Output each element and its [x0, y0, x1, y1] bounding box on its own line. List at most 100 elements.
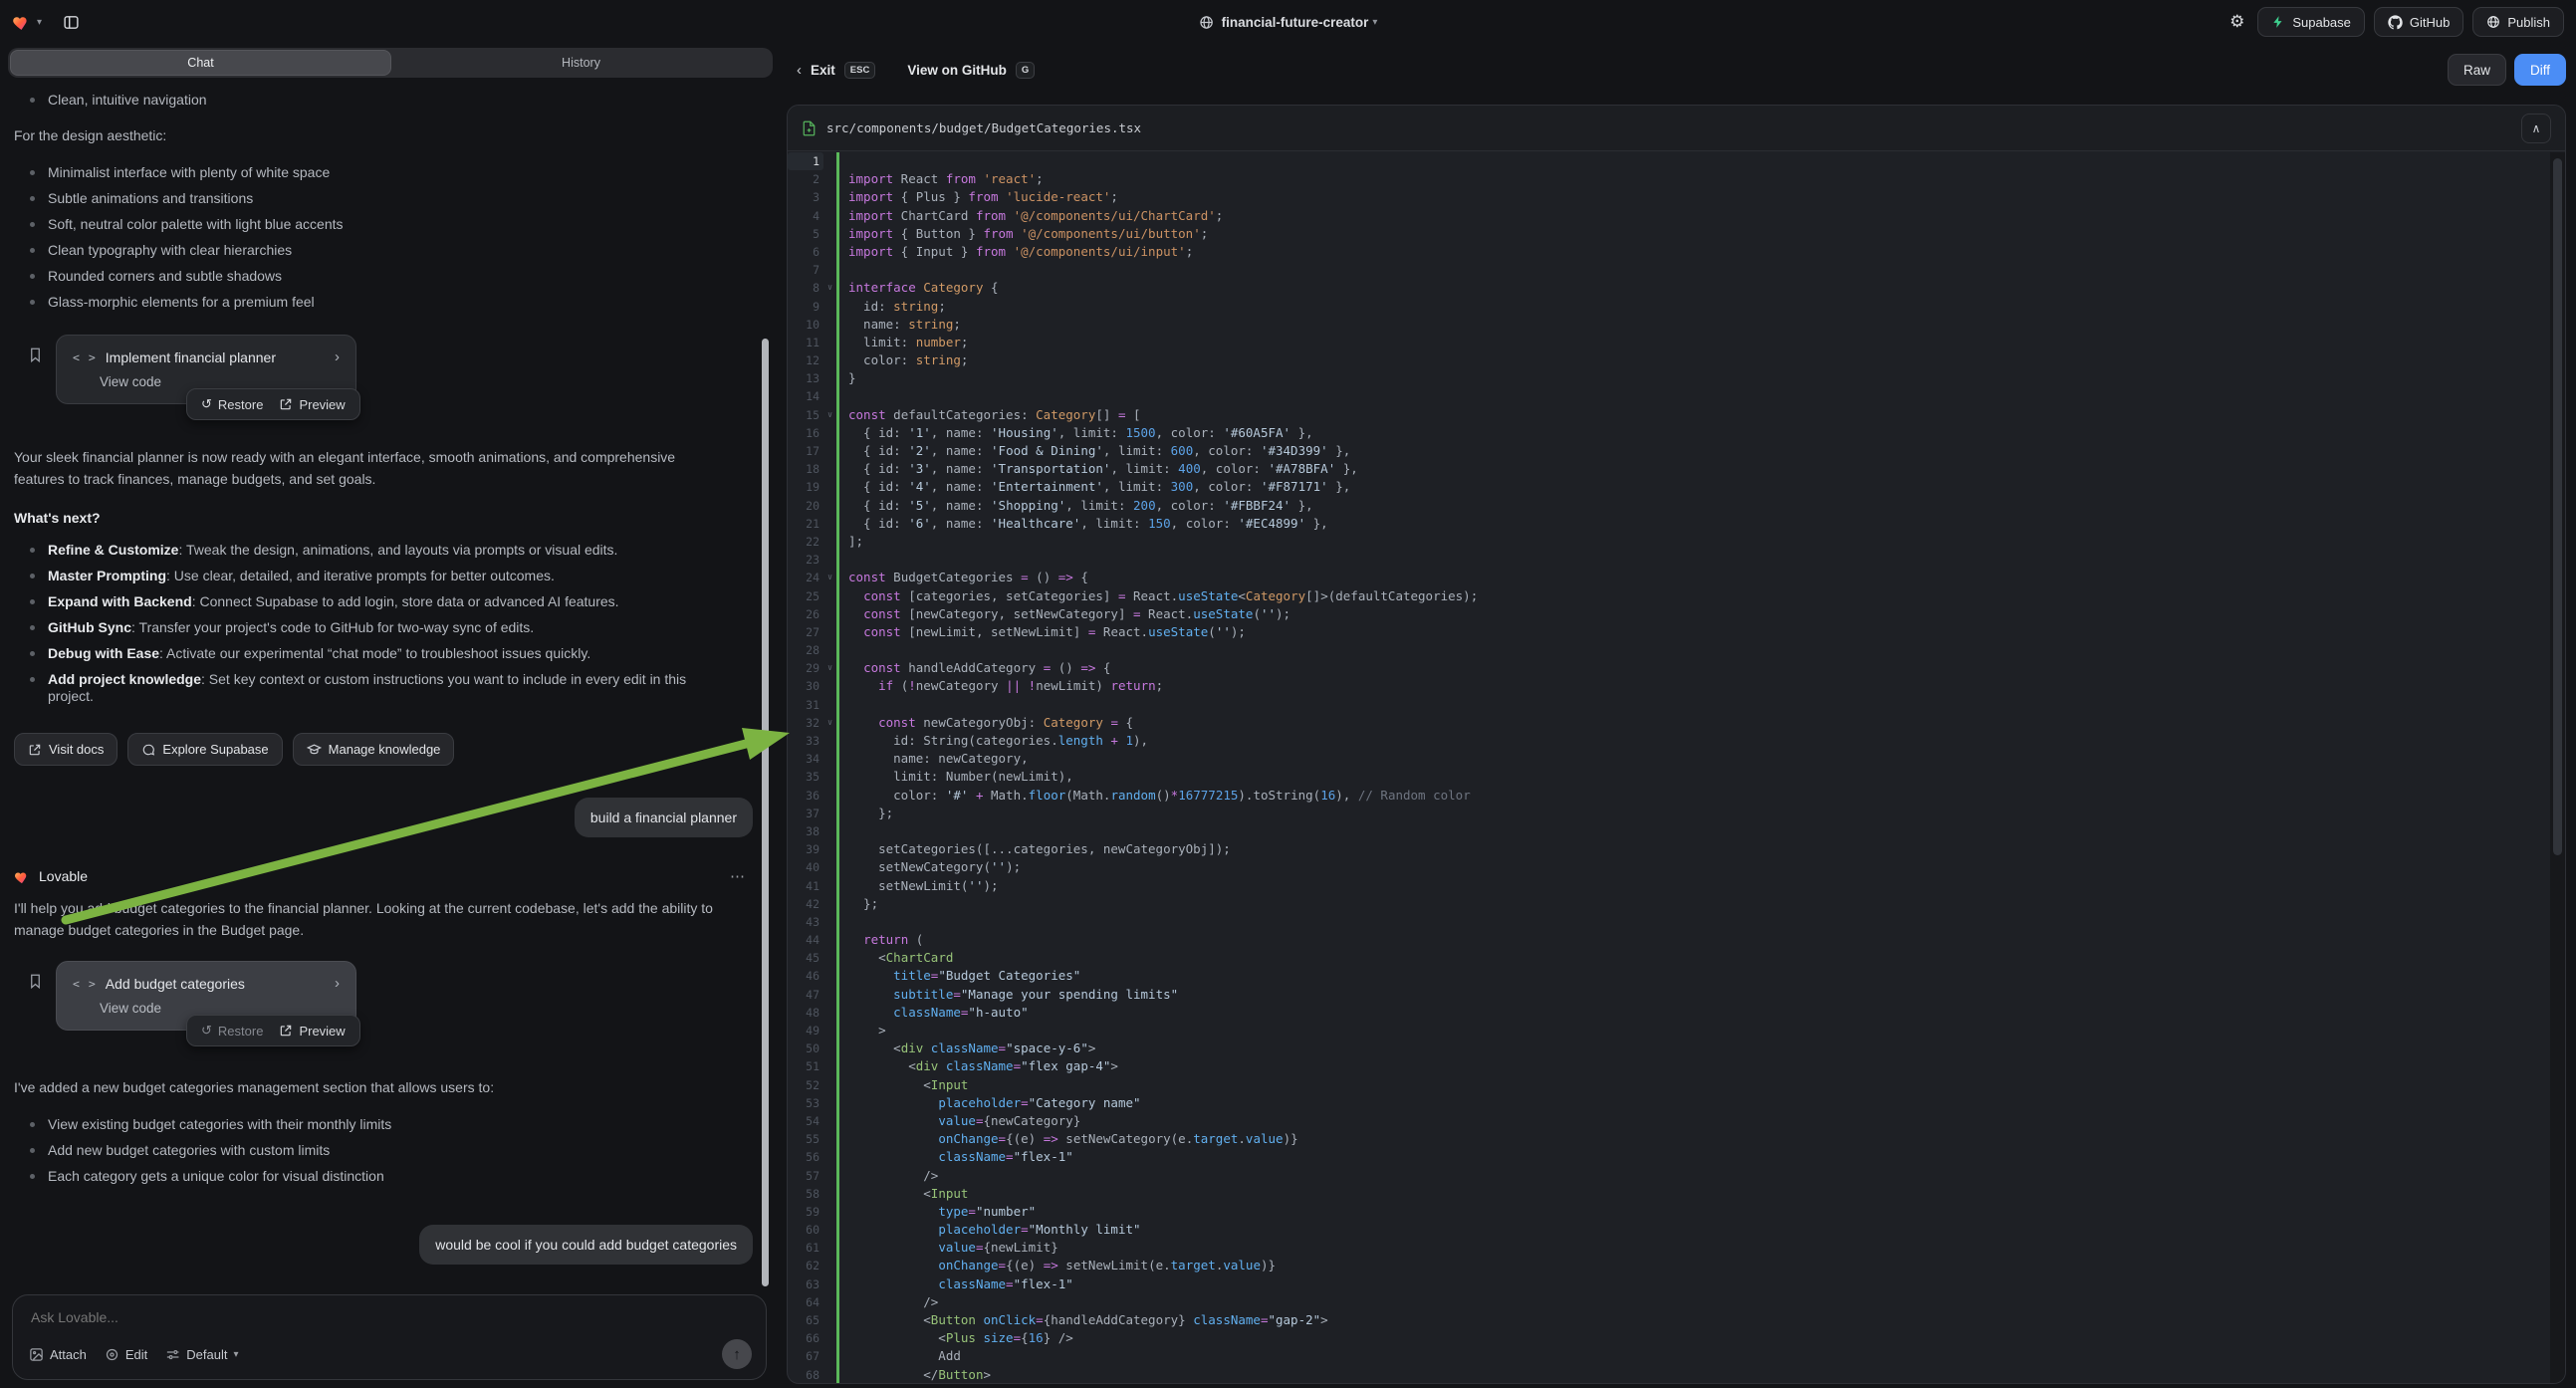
code-line: 56 className="flex-1"	[788, 1148, 2549, 1166]
diff-added-gutter	[836, 1221, 839, 1239]
chat-scrollbar[interactable]	[762, 339, 769, 1286]
diff-added-gutter	[836, 787, 839, 805]
line-number: 47	[788, 986, 823, 1004]
line-number: 30	[788, 677, 823, 695]
tab-history[interactable]: History	[391, 50, 771, 76]
diff-added-gutter	[836, 369, 839, 387]
diff-added-gutter	[836, 805, 839, 822]
exit-button[interactable]: Exit	[811, 63, 835, 78]
chevron-down-icon[interactable]: ▾	[37, 17, 42, 28]
code-file-card: src/components/budget/BudgetCategories.t…	[787, 105, 2566, 1384]
diff-added-gutter	[836, 551, 839, 569]
code-line: 60 placeholder="Monthly limit"	[788, 1221, 2549, 1239]
code-line: 11 limit: number;	[788, 334, 2549, 351]
line-number: 65	[788, 1311, 823, 1329]
code-line: 54 value={newCategory}	[788, 1112, 2549, 1130]
fold-chevron-icon	[823, 460, 836, 478]
fold-chevron-icon	[823, 750, 836, 768]
fold-chevron-icon	[823, 1112, 836, 1130]
chevron-down-icon: ▾	[233, 1349, 238, 1360]
fold-chevron-icon	[823, 696, 836, 714]
view-code-link[interactable]: View code	[73, 374, 340, 389]
fold-chevron-icon[interactable]: ∨	[823, 714, 836, 732]
code-line: 58 <Input	[788, 1185, 2549, 1203]
mode-select[interactable]: Default ▾	[165, 1347, 238, 1362]
code-line: 26 const [newCategory, setNewCategory] =…	[788, 605, 2549, 623]
back-chevron-icon[interactable]: ‹	[797, 62, 802, 79]
preview-button[interactable]: Preview	[279, 1024, 345, 1039]
diff-added-gutter	[836, 840, 839, 858]
line-number: 55	[788, 1130, 823, 1148]
diff-added-gutter	[836, 424, 839, 442]
fold-chevron-icon[interactable]: ∨	[823, 279, 836, 297]
diff-added-gutter	[836, 1275, 839, 1293]
tab-chat[interactable]: Chat	[10, 50, 391, 76]
chat-message-list[interactable]: Clean, intuitive navigationFor the desig…	[0, 84, 779, 1291]
code-line: 44 return (	[788, 931, 2549, 949]
code-scrollbar[interactable]	[2553, 158, 2562, 855]
manage-knowledge-button[interactable]: Manage knowledge	[293, 733, 455, 766]
restore-button[interactable]: ↺Restore	[201, 396, 263, 412]
list-item: Clean, intuitive navigation	[14, 92, 721, 109]
code-line: 47 subtitle="Manage your spending limits…	[788, 986, 2549, 1004]
visit-docs-button[interactable]: Visit docs	[14, 733, 117, 766]
diff-added-gutter	[836, 515, 839, 533]
fold-chevron-icon	[823, 1203, 836, 1221]
line-number: 4	[788, 207, 823, 225]
code-line: 55 onChange={(e) => setNewCategory(e.tar…	[788, 1130, 2549, 1148]
version-card[interactable]: < >Implement financial planner›View code…	[56, 335, 356, 404]
diff-added-gutter	[836, 696, 839, 714]
line-number: 5	[788, 225, 823, 243]
lovable-heart-icon[interactable]	[12, 13, 31, 31]
message-paragraph: Your sleek financial planner is now read…	[14, 446, 721, 490]
sidebar-toggle-icon[interactable]	[60, 11, 82, 33]
chat-input[interactable]	[31, 1309, 748, 1325]
fold-chevron-icon[interactable]: ∨	[823, 569, 836, 586]
line-number: 16	[788, 424, 823, 442]
diff-added-gutter	[836, 1203, 839, 1221]
list-item: Add project knowledge: Set key context o…	[14, 671, 721, 705]
line-number: 21	[788, 515, 823, 533]
collapse-file-button[interactable]: ∧	[2521, 114, 2551, 143]
code-line: 45 <ChartCard	[788, 949, 2549, 967]
version-card-title: Implement financial planner	[106, 349, 326, 365]
diff-added-gutter	[836, 750, 839, 768]
view-on-github-button[interactable]: View on GitHub	[907, 63, 1007, 78]
attach-button[interactable]: Attach	[29, 1347, 87, 1362]
fold-chevron-icon	[823, 1148, 836, 1166]
bookmark-icon[interactable]	[28, 973, 43, 990]
code-line: 16 { id: '1', name: 'Housing', limit: 15…	[788, 424, 2549, 442]
edit-button[interactable]: Edit	[105, 1347, 147, 1362]
diff-added-gutter	[836, 1185, 839, 1203]
list-item: Each category gets a unique color for vi…	[14, 1168, 721, 1185]
line-number: 40	[788, 858, 823, 876]
fold-chevron-icon	[823, 1185, 836, 1203]
fold-chevron-icon	[823, 225, 836, 243]
fold-chevron-icon	[823, 207, 836, 225]
user-message-row: build a financial planner	[14, 798, 765, 837]
line-number: 32	[788, 714, 823, 732]
diff-button[interactable]: Diff	[2514, 54, 2566, 86]
diff-added-gutter	[836, 207, 839, 225]
code-editor[interactable]: 12import React from 'react';3import { Pl…	[788, 152, 2549, 1383]
image-icon	[29, 1347, 44, 1362]
bookmark-icon[interactable]	[28, 347, 43, 363]
raw-button[interactable]: Raw	[2448, 54, 2506, 86]
message-menu-button[interactable]: ⋯	[730, 867, 747, 885]
restore-button[interactable]: ↺Restore	[201, 1023, 263, 1039]
fold-chevron-icon[interactable]: ∨	[823, 659, 836, 677]
fold-chevron-icon	[823, 1076, 836, 1094]
fold-chevron-icon[interactable]: ∨	[823, 406, 836, 424]
version-card[interactable]: < >Add budget categories›View code↺Resto…	[56, 961, 356, 1031]
explore-supabase-button[interactable]: Explore Supabase	[127, 733, 282, 766]
diff-added-gutter	[836, 261, 839, 279]
send-button[interactable]: ↑	[722, 1339, 752, 1369]
diff-added-gutter	[836, 1293, 839, 1311]
line-number: 54	[788, 1112, 823, 1130]
preview-button[interactable]: Preview	[279, 397, 345, 412]
line-number: 49	[788, 1022, 823, 1040]
list-item: Soft, neutral color palette with light b…	[14, 216, 721, 233]
line-number: 39	[788, 840, 823, 858]
g-key-badge: G	[1016, 62, 1035, 79]
view-code-link[interactable]: View code	[73, 1001, 340, 1016]
